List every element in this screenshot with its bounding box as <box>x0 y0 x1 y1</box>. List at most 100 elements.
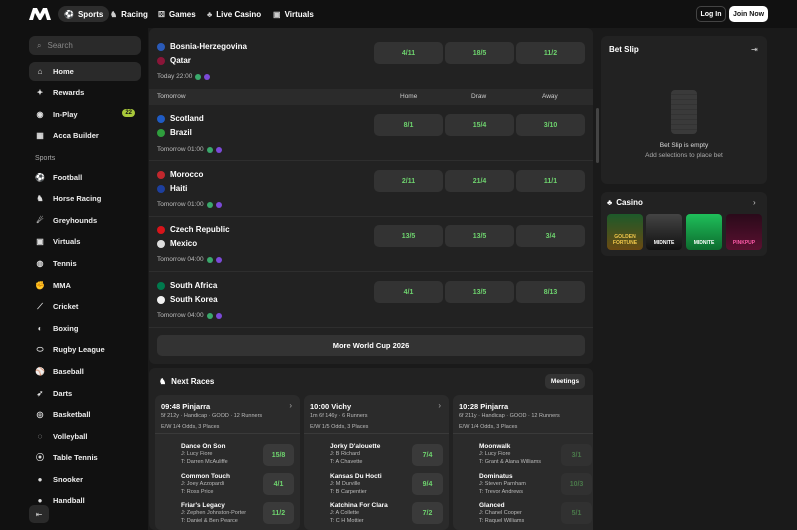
casino-game-tile[interactable]: MIDNITE <box>646 214 682 250</box>
runner-odds[interactable]: 7/2 <box>412 502 443 524</box>
sidebar-item-rugby-league[interactable]: ⬭ Rugby League <box>29 340 141 359</box>
login-button[interactable]: Log In <box>696 6 726 22</box>
sidebar-item-rewards[interactable]: ✦ Rewards <box>29 83 141 102</box>
sidebar-item-acca-builder[interactable]: ▦ Acca Builder <box>29 126 141 145</box>
nav-racing[interactable]: ♞ Racing <box>104 6 154 22</box>
collapse-sidebar-button[interactable]: ⇤ <box>29 505 49 523</box>
sidebar-item-in-play[interactable]: ◉ In-Play 22 <box>29 105 141 124</box>
runner-odds[interactable]: 4/1 <box>263 473 294 495</box>
sidebar-item-darts[interactable]: ➶ Darts <box>29 384 141 403</box>
sidebar-item-cricket[interactable]: ⟋ Cricket <box>29 297 141 316</box>
more-world-cup-button[interactable]: More World Cup 2026 <box>157 335 585 356</box>
race-card[interactable]: 09:48 Pinjarra › 5f 212y · Handicap · GO… <box>155 395 300 530</box>
search-input[interactable]: ⌕ Search <box>29 36 141 55</box>
sidebar-item-volleyball[interactable]: ◌ Volleyball <box>29 427 141 446</box>
sidebar-item-snooker[interactable]: ● Snooker <box>29 470 141 489</box>
boxing-icon: ◐ <box>37 324 43 333</box>
casino-title: ♣ Casino <box>607 198 643 207</box>
odds-draw[interactable]: 15/4 <box>445 114 514 136</box>
casino-game-tile[interactable]: PINKPUP <box>726 214 762 250</box>
race-card[interactable]: 10:28 Pinjarra 6f 211y · Handicap · GOOD… <box>453 395 593 530</box>
tennis-icon: ◍ <box>36 259 44 268</box>
bet-slip-title: Bet Slip <box>609 45 639 54</box>
sidebar-item-tennis[interactable]: ◍ Tennis <box>29 254 141 273</box>
odds-away[interactable]: 11/2 <box>516 42 585 64</box>
divider <box>155 433 300 434</box>
race-title: 09:48 Pinjarra <box>161 402 211 411</box>
odds-away[interactable]: 3/10 <box>516 114 585 136</box>
odds-draw[interactable]: 13/5 <box>445 281 514 303</box>
match-time: Tomorrow 04:00 <box>157 256 222 263</box>
row-divider <box>149 216 593 217</box>
chevron-right-icon[interactable]: › <box>438 401 441 410</box>
row-divider <box>149 160 593 161</box>
boost-icon <box>215 201 222 208</box>
odds-home[interactable]: 4/1 <box>374 281 443 303</box>
darts-icon: ➶ <box>36 389 44 398</box>
runner-odds[interactable]: 5/1 <box>561 502 592 524</box>
acca-icon: ▦ <box>36 131 44 140</box>
race-details: 5f 212y · Handicap · GOOD · 12 Runners <box>161 413 263 419</box>
flag-icon <box>157 281 165 290</box>
group-label: Tomorrow <box>157 93 186 100</box>
odds-away[interactable]: 11/1 <box>516 170 585 192</box>
race-card[interactable]: 10:00 Vichy › 1m 6f 146y · 6 Runners E/W… <box>304 395 449 530</box>
sidebar-item-home[interactable]: ⌂ Home <box>29 62 141 81</box>
games-icon: ⚄ <box>158 9 165 19</box>
runner-odds[interactable]: 9/4 <box>412 473 443 495</box>
row-divider <box>149 327 593 328</box>
brand-logo[interactable] <box>29 8 51 20</box>
odds-draw[interactable]: 18/5 <box>445 42 514 64</box>
horse-icon: ♞ <box>159 377 167 386</box>
scrollbar[interactable] <box>596 108 599 163</box>
runner-odds[interactable]: 11/2 <box>263 502 294 524</box>
casino-game-tile[interactable]: MIDNITE <box>686 214 722 250</box>
virtuals-icon: ▣ <box>36 237 44 246</box>
nav-live-casino[interactable]: ♣ Live Casino <box>201 6 267 22</box>
runner-odds[interactable]: 3/1 <box>561 444 592 466</box>
odds-draw[interactable]: 13/5 <box>445 225 514 247</box>
runner-odds[interactable]: 15/8 <box>263 444 294 466</box>
sidebar-item-baseball[interactable]: ⚾ Baseball <box>29 362 141 381</box>
collapse-right-icon[interactable]: ⇥ <box>751 45 758 54</box>
divider <box>304 433 449 434</box>
sidebar-item-boxing[interactable]: ◐ Boxing <box>29 319 141 338</box>
match-time: Today 22:00 <box>157 73 211 80</box>
odds-draw[interactable]: 21/4 <box>445 170 514 192</box>
sidebar-item-horse-racing[interactable]: ♞ Horse Racing <box>29 189 141 208</box>
join-button[interactable]: Join Now <box>729 6 768 22</box>
sidebar-item-basketball[interactable]: ◎ Basketball <box>29 405 141 424</box>
sports-section-label: Sports <box>35 155 56 162</box>
team-away: Brazil <box>157 128 192 137</box>
racing-icon: ♞ <box>110 9 118 19</box>
sidebar-item-football[interactable]: ⚽ Football <box>29 168 141 187</box>
search-icon: ⌕ <box>37 40 42 50</box>
sidebar-item-greyhounds[interactable]: ☄ Greyhounds <box>29 211 141 230</box>
sidebar-item-table-tennis[interactable]: ⦿ Table Tennis <box>29 448 141 467</box>
odds-away[interactable]: 8/13 <box>516 281 585 303</box>
chevron-right-icon[interactable]: › <box>753 198 756 207</box>
odds-away[interactable]: 3/4 <box>516 225 585 247</box>
runner: Common Touch J: Joey Azzopardi T: Ross Pri… <box>181 473 230 495</box>
in-play-icon: ◉ <box>36 110 44 119</box>
odds-home[interactable]: 13/5 <box>374 225 443 247</box>
divider <box>453 433 593 434</box>
odds-home[interactable]: 8/1 <box>374 114 443 136</box>
live-casino-icon: ♣ <box>207 9 213 19</box>
sidebar-item-mma[interactable]: ✊ MMA <box>29 276 141 295</box>
nav-sports[interactable]: ⚽ Sports <box>58 6 110 22</box>
flag-icon <box>157 295 165 304</box>
flag-icon <box>157 184 165 193</box>
sidebar-item-virtuals[interactable]: ▣ Virtuals <box>29 232 141 251</box>
odds-home[interactable]: 4/11 <box>374 42 443 64</box>
runner-odds[interactable]: 7/4 <box>412 444 443 466</box>
meetings-button[interactable]: Meetings <box>545 374 585 389</box>
header-draw: Draw <box>471 93 487 100</box>
runner: Kansas Du Hocti J: M Durville T: B Carpent… <box>330 473 382 495</box>
runner-odds[interactable]: 10/3 <box>561 473 592 495</box>
casino-game-tile[interactable]: GOLDEN FORTUNE <box>607 214 643 250</box>
chevron-right-icon[interactable]: › <box>289 401 292 410</box>
nav-games[interactable]: ⚄ Games <box>152 6 202 22</box>
nav-virtuals[interactable]: ▣ Virtuals <box>267 6 320 22</box>
odds-home[interactable]: 2/11 <box>374 170 443 192</box>
